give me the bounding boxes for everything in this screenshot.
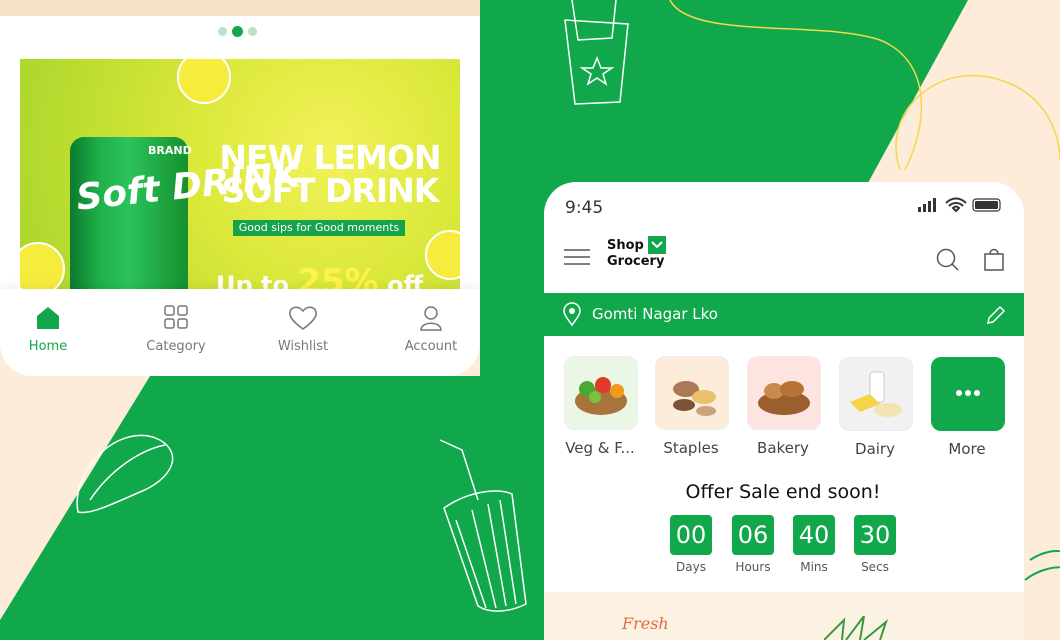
promo-banner[interactable]: BRAND Soft DRINK NEW LEMON SOFT DRINK Go…: [20, 59, 460, 289]
nav-category[interactable]: Category: [131, 305, 221, 354]
signal-icon: [918, 198, 936, 212]
countdown-label: Hours: [735, 560, 771, 574]
grid-icon: [164, 305, 188, 329]
countdown-secs: 30 Secs: [854, 515, 896, 574]
herb-leaves-image: [824, 616, 889, 640]
carousel-dot[interactable]: [218, 27, 227, 36]
countdown-label: Days: [676, 560, 706, 574]
search-icon[interactable]: [936, 248, 960, 272]
offer-title: Offer Sale end soon!: [685, 481, 881, 503]
countdown-label: Secs: [861, 560, 889, 574]
carousel-dots[interactable]: [218, 26, 257, 37]
nav-account[interactable]: Account: [386, 305, 476, 354]
logo-line-2: Grocery: [607, 254, 665, 269]
category-label: Staples: [663, 439, 719, 457]
fresh-banner-text: Fresh: [622, 614, 669, 633]
staples-icon: [655, 356, 729, 430]
countdown-value: 00: [670, 515, 712, 555]
countdown-value: 30: [854, 515, 896, 555]
category-label: Veg & F...: [565, 439, 635, 457]
shopping-bag-icon[interactable]: [983, 246, 1005, 272]
left-phone-screen: BRAND Soft DRINK NEW LEMON SOFT DRINK Go…: [0, 0, 480, 376]
carousel-dot-active[interactable]: [232, 26, 243, 37]
promo-prefix: Up to: [216, 271, 289, 289]
nav-wishlist[interactable]: Wishlist: [258, 305, 348, 354]
nav-label: Category: [146, 339, 206, 354]
status-time: 9:45: [565, 198, 604, 218]
nav-home[interactable]: Home: [3, 305, 93, 354]
category-bakery[interactable]: Bakery: [747, 356, 821, 457]
location-text: Gomti Nagar Lko: [592, 305, 718, 323]
category-more[interactable]: More: [931, 356, 1005, 458]
countdown-hours: 06 Hours: [732, 515, 774, 574]
battery-icon: [972, 198, 1001, 212]
heart-icon: [289, 306, 317, 330]
promo-suffix: off: [387, 271, 424, 289]
banner-title: NEW LEMON SOFT DRINK: [219, 138, 441, 210]
home-icon: [37, 307, 59, 329]
category-label: Bakery: [757, 439, 809, 457]
countdown-label: Mins: [800, 560, 828, 574]
nav-label: Account: [404, 339, 458, 354]
location-pin-icon: [563, 302, 581, 326]
can-brand-label: BRAND: [148, 144, 192, 157]
fresh-banner[interactable]: Fresh: [544, 592, 1024, 640]
banner-promo: Up to 25% off: [216, 262, 423, 289]
banner-tagline: Good sips for Good moments: [233, 220, 405, 236]
hamburger-menu-icon[interactable]: [564, 248, 590, 266]
carousel-dot[interactable]: [248, 27, 257, 36]
nav-label: Home: [28, 339, 68, 354]
bottom-nav: Home Category Wishlist Account: [0, 289, 480, 376]
countdown-days: 00 Days: [670, 515, 712, 574]
category-staples[interactable]: Staples: [655, 356, 729, 457]
countdown-value: 06: [732, 515, 774, 555]
status-icons: [918, 197, 1001, 213]
countdown-mins: 40 Mins: [793, 515, 835, 574]
dairy-icon: [839, 357, 913, 431]
promo-value: 25%: [297, 262, 379, 289]
product-image-strip: [0, 0, 480, 16]
vegetables-icon: [564, 356, 638, 430]
user-icon: [420, 306, 442, 331]
location-bar[interactable]: Gomti Nagar Lko: [544, 293, 1024, 336]
edit-pencil-icon[interactable]: [986, 305, 1006, 325]
wifi-icon: [945, 197, 967, 213]
right-phone-screen: 9:45 Shop Grocery Gomti Nagar Lko Veg & …: [544, 182, 1024, 640]
nav-label: Wishlist: [277, 339, 329, 354]
category-veg[interactable]: Veg & F...: [564, 356, 638, 457]
more-icon: [931, 357, 1005, 431]
category-label: Dairy: [855, 440, 895, 458]
category-dairy[interactable]: Dairy: [839, 356, 913, 458]
bakery-icon: [747, 356, 821, 430]
category-label: More: [948, 440, 986, 458]
countdown-value: 40: [793, 515, 835, 555]
logo-bag-icon: [648, 236, 666, 254]
